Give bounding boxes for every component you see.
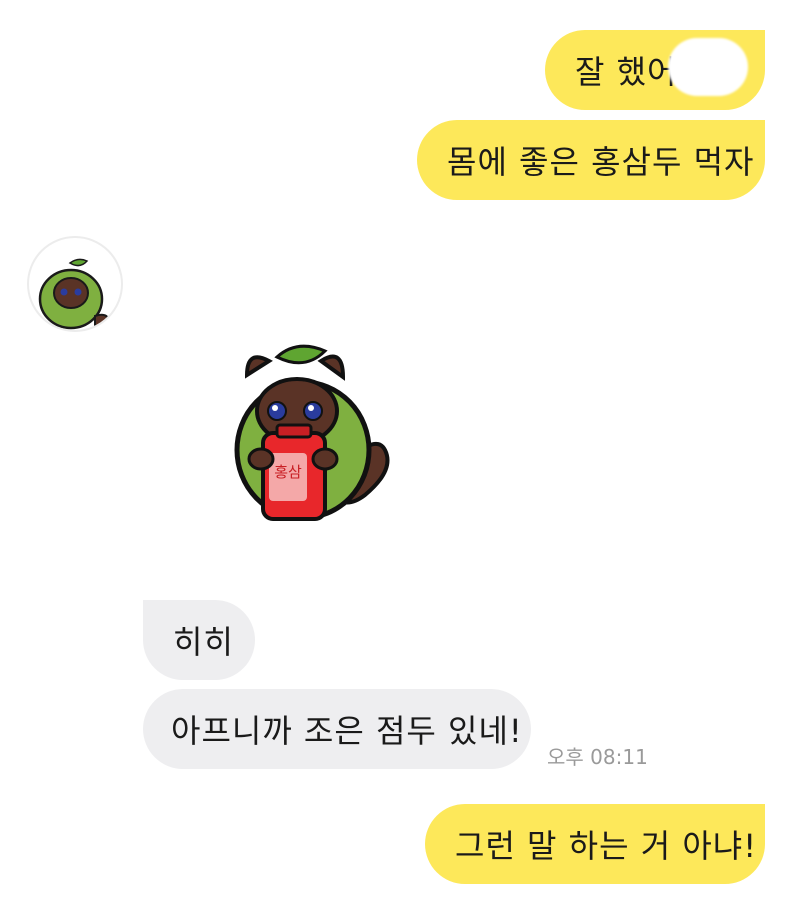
- message-text: 잘 했어: [575, 53, 678, 91]
- message-bubble-mine[interactable]: 그런 말 하는 거 아냐!: [425, 804, 765, 884]
- bottle-label: 홍삼: [274, 463, 302, 481]
- message-text: 히히: [173, 623, 234, 661]
- redacted-blur: [668, 38, 748, 96]
- sticker-image[interactable]: 홍삼: [225, 335, 400, 525]
- raccoon-holding-red-ginseng-sticker: 홍삼: [234, 344, 390, 521]
- message-bubble-theirs[interactable]: 히히: [143, 600, 255, 680]
- message-text: 그런 말 하는 거 아냐!: [455, 827, 758, 865]
- message-bubble-theirs[interactable]: 아프니까 조은 점두 있네!: [143, 689, 531, 769]
- contact-avatar[interactable]: [27, 236, 123, 332]
- message-text: 아프니까 조은 점두 있네!: [171, 712, 523, 750]
- message-text: 몸에 좋은 홍삼두 먹자: [447, 143, 755, 181]
- message-bubble-mine[interactable]: 몸에 좋은 홍삼두 먹자: [417, 120, 765, 200]
- message-timestamp: 오후 08:11: [547, 745, 648, 769]
- raccoon-leaf-avatar-icon: [38, 258, 112, 330]
